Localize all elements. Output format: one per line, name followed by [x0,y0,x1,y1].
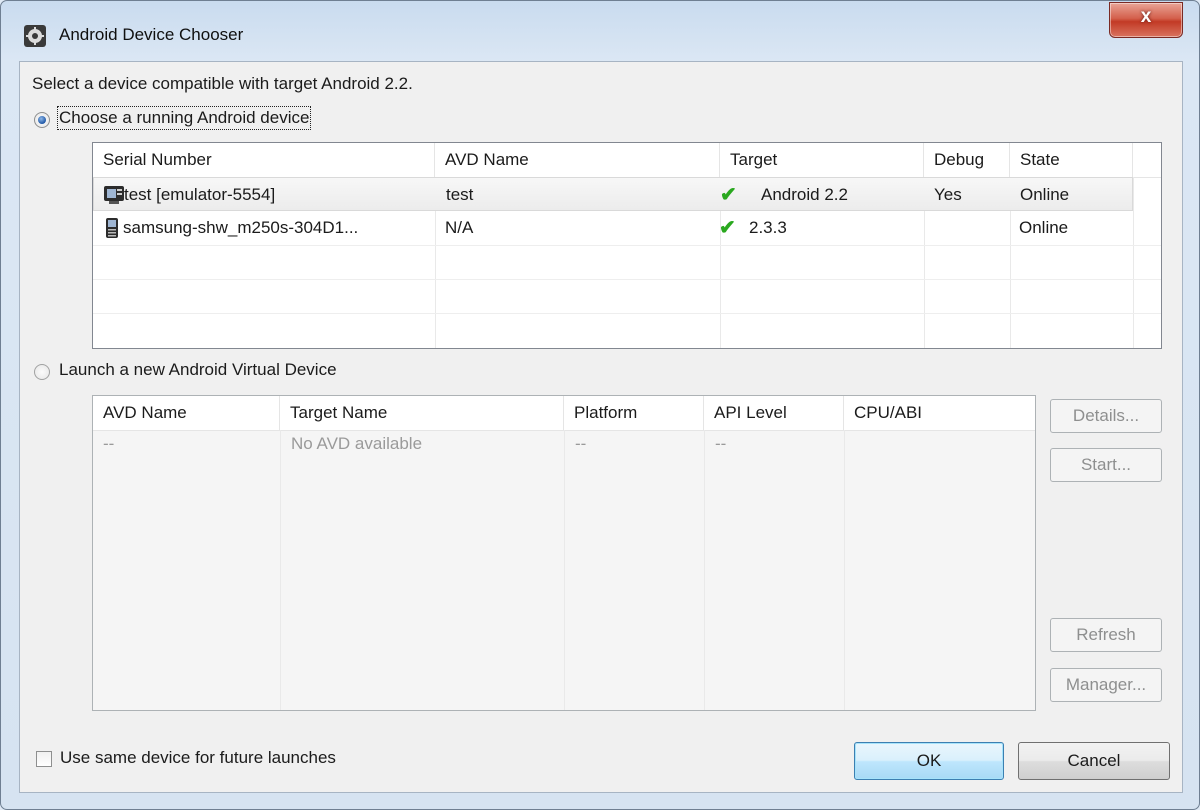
avd-name: N/A [445,218,474,237]
table-row: -- No AVD available -- -- [93,430,1035,464]
column-state[interactable]: State [1010,143,1133,177]
avd-name: test [446,185,474,204]
use-same-device-checkbox[interactable] [36,751,52,767]
state: Online [1020,185,1070,204]
phone-icon [106,218,118,238]
debug: Yes [934,185,962,204]
dialog-window: Android Device Chooser x Select a device… [0,0,1200,810]
serial-number: samsung-shw_m250s-304D1... [123,218,359,237]
start-button[interactable]: Start... [1050,448,1162,482]
avd-table[interactable]: AVD Name Target Name Platform API Level … [92,395,1036,711]
running-devices-table[interactable]: Serial Number AVD Name Target Debug Stat… [92,142,1162,349]
target-name: No AVD available [291,434,423,453]
title-bar: Android Device Chooser x [1,1,1199,61]
target: 2.3.3 [749,218,787,237]
launch-new-avd-label[interactable]: Launch a new Android Virtual Device [59,360,337,380]
column-serial-number[interactable]: Serial Number [93,143,435,177]
column-avd-name[interactable]: AVD Name [435,143,720,177]
details-button[interactable]: Details... [1050,399,1162,433]
platform: -- [575,434,587,453]
window-title: Android Device Chooser [59,25,244,44]
table-row[interactable]: samsung-shw_m250s-304D1... N/A ✔ 2.3.3 O… [93,211,1133,245]
column-target-name[interactable]: Target Name [280,396,564,430]
prompt-text: Select a device compatible with target A… [32,74,413,93]
avd-table-header: AVD Name Target Name Platform API Level … [93,396,1035,431]
android-device-chooser-icon [24,25,46,47]
serial-number: test [emulator-5554] [124,185,276,204]
column-debug[interactable]: Debug [924,143,1010,177]
ok-button[interactable]: OK [854,742,1004,780]
avd-name: -- [103,434,115,453]
refresh-button[interactable]: Refresh [1050,618,1162,652]
choose-running-radio[interactable] [34,112,50,128]
emulator-icon [104,186,124,204]
cancel-button[interactable]: Cancel [1018,742,1170,780]
check-icon: ✔ [719,217,736,239]
close-button[interactable]: x [1109,2,1183,38]
state: Online [1019,218,1069,237]
close-icon: x [1140,6,1152,27]
api-level: -- [715,434,727,453]
column-platform[interactable]: Platform [564,396,704,430]
manager-button[interactable]: Manager... [1050,668,1162,702]
check-icon: ✔ [720,184,737,206]
choose-running-label[interactable]: Choose a running Android device [56,106,312,130]
use-same-device-label[interactable]: Use same device for future launches [60,748,336,768]
column-target[interactable]: Target [720,143,924,177]
dialog-body: Select a device compatible with target A… [19,61,1183,793]
column-cpu-abi[interactable]: CPU/ABI [844,396,1034,430]
running-table-header: Serial Number AVD Name Target Debug Stat… [93,143,1161,178]
column-avd-name[interactable]: AVD Name [93,396,280,430]
target: Android 2.2 [761,185,848,204]
launch-new-avd-radio[interactable] [34,364,50,380]
table-row[interactable]: test [emulator-5554] test ✔ Android 2.2 … [93,177,1133,211]
column-api-level[interactable]: API Level [704,396,844,430]
